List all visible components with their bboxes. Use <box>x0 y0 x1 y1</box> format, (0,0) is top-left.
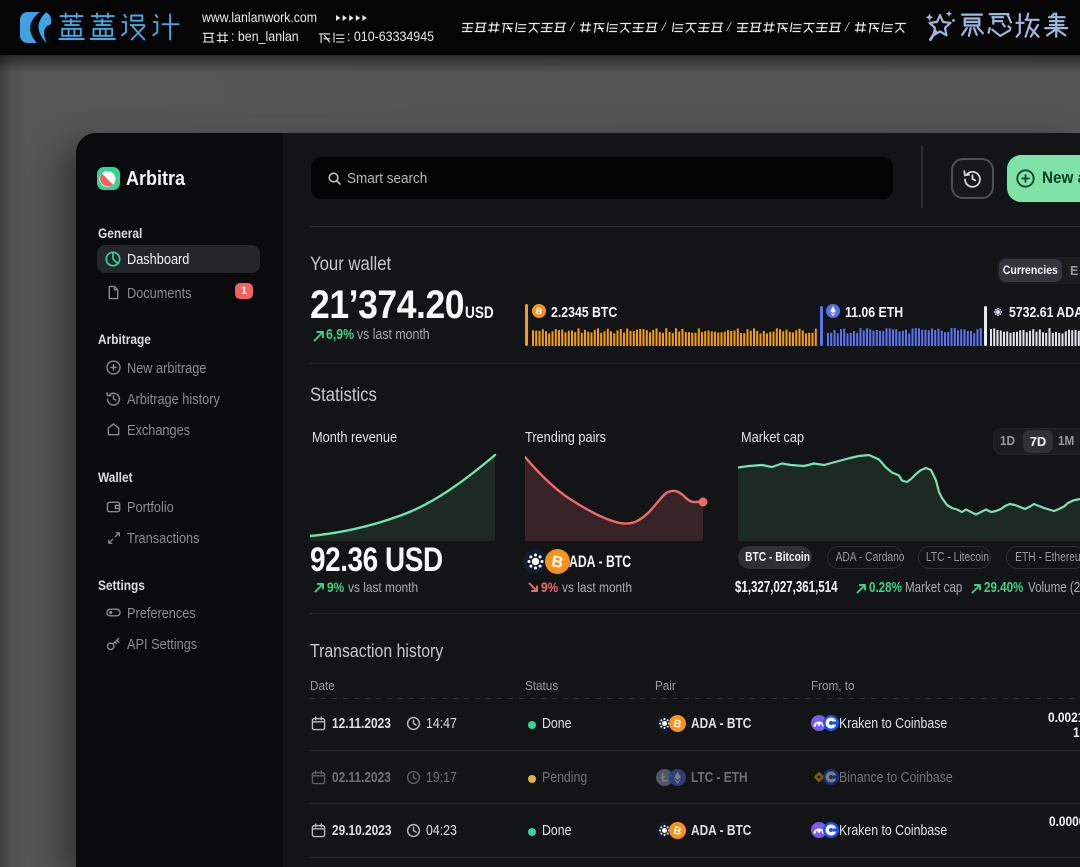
svg-text:Ł: Ł <box>661 773 668 785</box>
